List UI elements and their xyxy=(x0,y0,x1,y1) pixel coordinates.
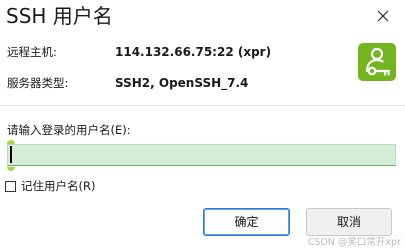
remember-username-checkbox[interactable] xyxy=(5,180,16,192)
ssh-username-dialog: SSH 用户名 远程主机: 114.132.66.75:22 (xpr) 服务器… xyxy=(0,0,405,252)
remember-username-label: 记住用户名(R) xyxy=(21,179,96,193)
watermark: CSDN @笑口常开xpr xyxy=(307,237,401,248)
username-prompt: 请输入登录的用户名(E): xyxy=(7,123,131,137)
selection-handle-bottom[interactable] xyxy=(7,167,15,171)
divider xyxy=(0,105,405,106)
selection-handle-top[interactable] xyxy=(7,140,15,144)
close-button[interactable] xyxy=(369,4,397,28)
remote-host-label: 远程主机: xyxy=(7,45,57,59)
cancel-button[interactable]: 取消 xyxy=(306,208,392,236)
user-key-icon xyxy=(358,43,396,81)
dialog-title: SSH 用户名 xyxy=(6,4,113,28)
remember-username-option[interactable]: 记住用户名(R) xyxy=(5,178,95,194)
server-type-value: SSH2, OpenSSH_7.4 xyxy=(115,76,249,90)
close-icon xyxy=(377,10,389,22)
username-input[interactable] xyxy=(7,144,396,166)
server-type-label: 服务器类型: xyxy=(7,76,69,90)
ok-button[interactable]: 确定 xyxy=(203,208,290,236)
remote-host-value: 114.132.66.75:22 (xpr) xyxy=(115,45,272,59)
text-caret xyxy=(10,146,12,163)
